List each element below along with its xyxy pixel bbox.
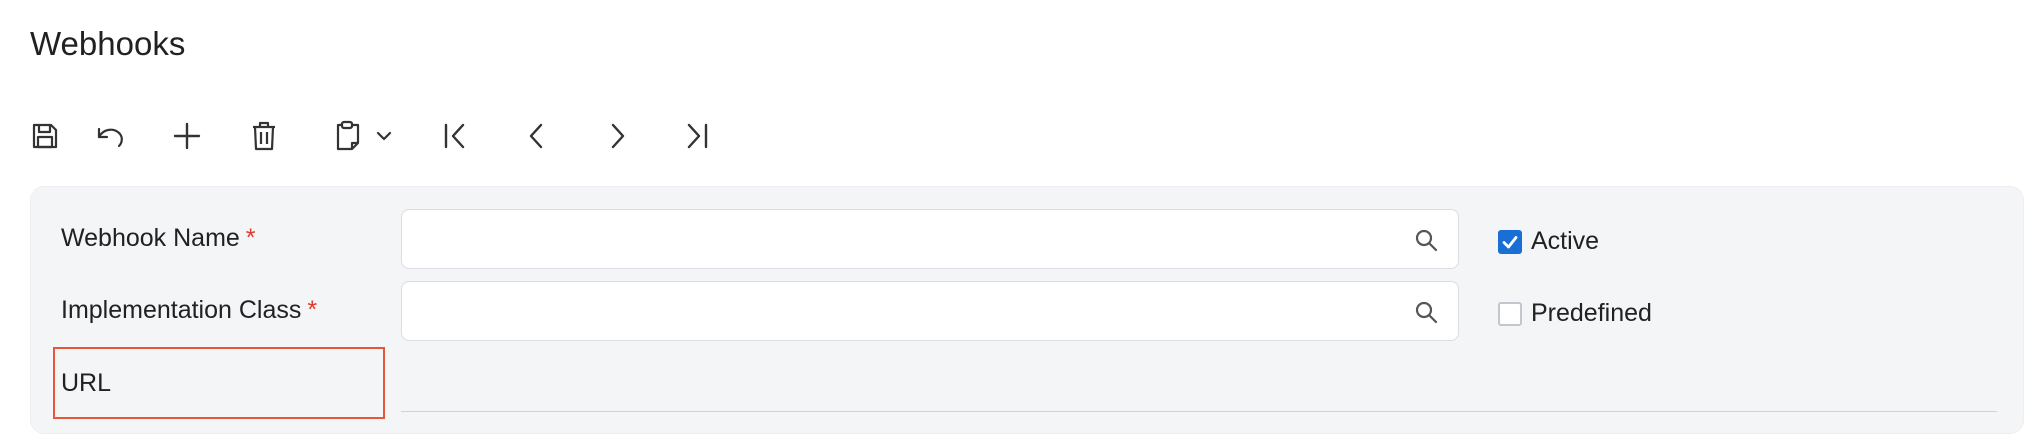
implementation-class-label-text: Implementation Class (61, 296, 302, 324)
url-input-underline[interactable] (401, 411, 1997, 412)
floppy-disk-icon (32, 123, 58, 149)
plus-icon (173, 122, 201, 150)
undo-icon (97, 127, 123, 148)
toolbar (30, 108, 710, 164)
last-record-button[interactable] (684, 108, 710, 164)
predefined-checkbox[interactable]: Predefined (1498, 299, 1652, 328)
search-icon[interactable] (1414, 228, 1438, 252)
chevron-right-icon (611, 123, 625, 149)
trash-icon (253, 121, 275, 151)
webhook-name-label-text: Webhook Name (61, 224, 240, 252)
active-checkbox[interactable]: Active (1498, 227, 1599, 256)
first-record-button[interactable] (442, 108, 468, 164)
required-indicator: * (307, 296, 318, 324)
save-button[interactable] (30, 108, 60, 164)
predefined-label: Predefined (1531, 299, 1652, 327)
required-indicator: * (245, 224, 256, 252)
webhook-name-field[interactable] (401, 209, 1459, 270)
implementation-class-field[interactable] (401, 281, 1459, 342)
chevron-down-icon (376, 131, 392, 141)
active-label: Active (1531, 227, 1600, 255)
next-record-button[interactable] (608, 108, 628, 164)
webhooks-page: Webhooks Webhook Name * Implementation C… (0, 0, 2043, 447)
add-button[interactable] (172, 108, 202, 164)
first-page-icon (444, 123, 465, 149)
active-checkbox-box[interactable] (1498, 229, 1522, 254)
undo-button[interactable] (94, 108, 126, 164)
webhook-form-panel: Webhook Name * Implementation Class * URL (30, 186, 2024, 434)
implementation-class-input[interactable] (416, 282, 1380, 342)
clipboard-icon (336, 120, 360, 151)
page-title: Webhooks (30, 25, 186, 62)
predefined-checkbox-box[interactable] (1498, 301, 1522, 326)
search-icon[interactable] (1414, 300, 1438, 324)
webhook-name-input[interactable] (416, 210, 1380, 270)
delete-button[interactable] (250, 108, 278, 164)
last-page-icon (687, 123, 708, 149)
checkmark-icon (1502, 235, 1518, 248)
previous-record-button[interactable] (526, 108, 546, 164)
url-label: URL (61, 369, 112, 397)
webhook-name-label: Webhook Name * (61, 222, 256, 254)
chevron-left-icon (529, 123, 543, 149)
implementation-class-label: Implementation Class * (61, 294, 317, 326)
clipboard-dropdown-button[interactable] (332, 108, 394, 164)
